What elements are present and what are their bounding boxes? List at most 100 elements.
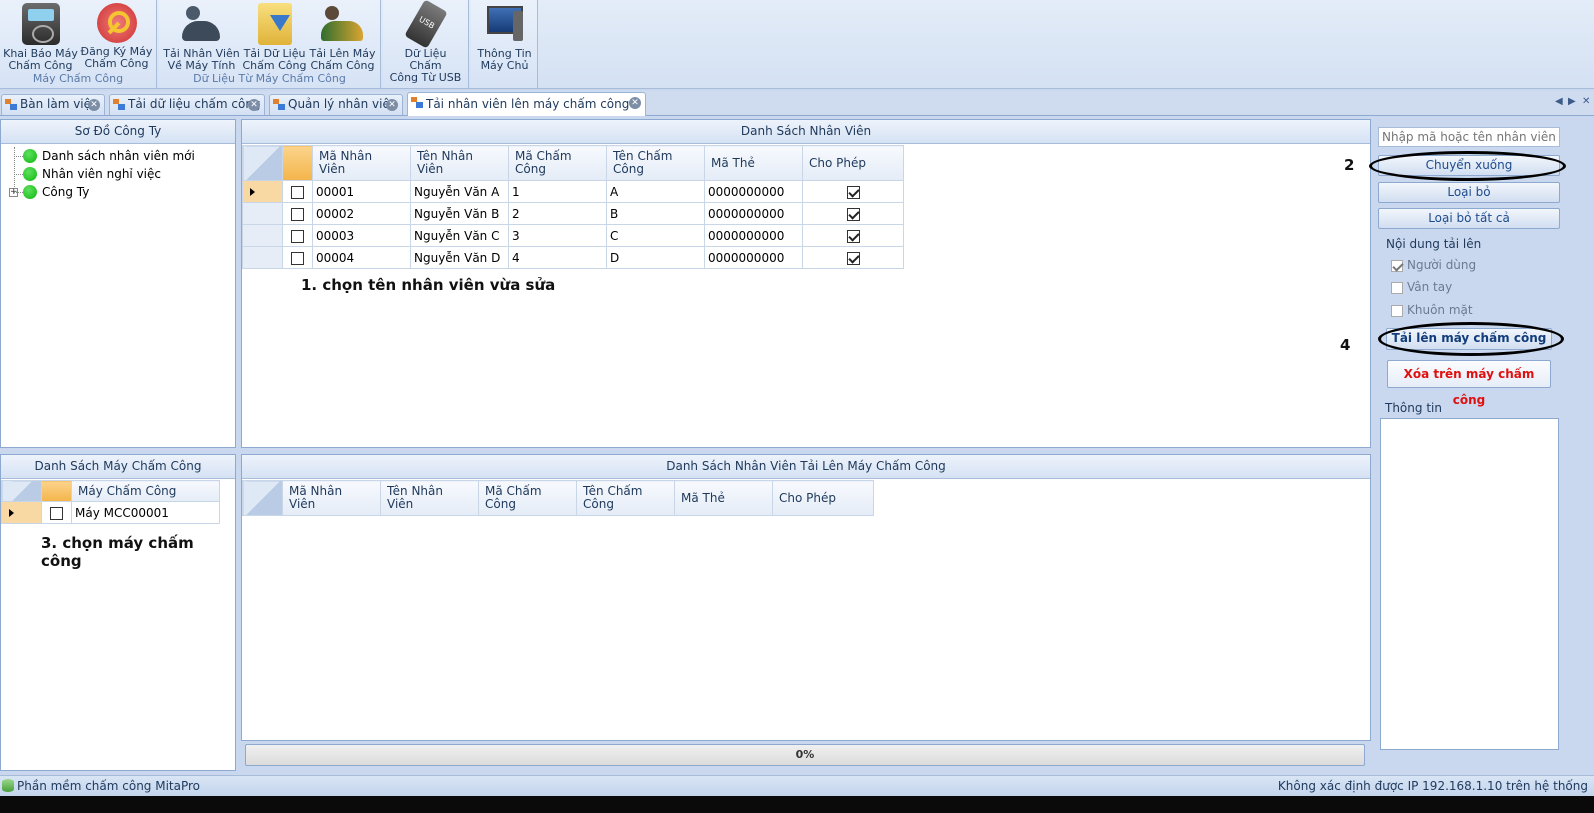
tab-ban-lam-viec[interactable]: Bàn làm việc ✕ (1, 94, 105, 115)
remove-button[interactable]: Loại bỏ (1378, 182, 1560, 203)
column-header[interactable]: Cho Phép (802, 145, 904, 181)
row-checkbox-cell[interactable] (41, 501, 72, 524)
close-icon[interactable]: ✕ (248, 99, 260, 111)
khai-bao-may-cham-cong-button[interactable]: Khai Báo Máy Chấm Công (2, 1, 79, 72)
employee-id-cell[interactable]: 00003 (312, 224, 411, 247)
tab-scroll-left-icon[interactable]: ◀ (1555, 96, 1563, 107)
tai-len-may-cham-cong-button[interactable]: Tải Lên Máy Chấm Công (304, 1, 381, 72)
column-header[interactable]: Tên Nhân Viên (380, 480, 479, 516)
tai-nhan-vien-ve-may-tinh-button[interactable]: Tải Nhân Viên Về Máy Tính (163, 1, 240, 72)
attendance-code-cell[interactable]: 1 (508, 180, 607, 203)
column-header[interactable]: Mã Thẻ (674, 480, 773, 516)
column-header[interactable]: Tên Chấm Công (576, 480, 675, 516)
attendance-name-cell[interactable]: D (606, 246, 705, 269)
employee-id-cell[interactable]: 00002 (312, 202, 411, 225)
employee-id-cell[interactable]: 00001 (312, 180, 411, 203)
option-checkbox[interactable] (1391, 259, 1403, 272)
table-row[interactable]: Máy MCC00001 (1, 501, 220, 524)
column-header[interactable]: Mã Chấm Công (478, 480, 577, 516)
upload-to-machine-button[interactable]: Tải lên máy chấm công (1386, 328, 1552, 350)
option-nguoi-dung[interactable]: Người dùng (1391, 258, 1476, 272)
employee-name-cell[interactable]: Nguyễn Văn C (410, 224, 509, 247)
move-down-button[interactable]: Chuyển xuống (1378, 155, 1560, 176)
table-row[interactable]: 00004 Nguyễn Văn D 4 D 0000000000 (242, 246, 904, 269)
row-checkbox-cell[interactable] (282, 180, 313, 203)
attendance-name-cell[interactable]: A (606, 180, 705, 203)
row-checkbox-cell[interactable] (282, 246, 313, 269)
allowed-checkbox[interactable] (846, 251, 860, 265)
row-checkbox-cell[interactable] (282, 202, 313, 225)
attendance-code-cell[interactable]: 2 (508, 202, 607, 225)
delete-on-machine-button[interactable]: Xóa trên máy chấm công (1387, 360, 1551, 407)
attendance-code-cell[interactable]: 3 (508, 224, 607, 247)
tab-tai-du-lieu-cham-cong[interactable]: Tải dữ liệu chấm công ✕ (109, 94, 265, 115)
thong-tin-may-chu-button[interactable]: Thông Tin Máy Chủ (466, 1, 543, 72)
select-all-header[interactable] (41, 480, 72, 502)
card-number-cell[interactable]: 0000000000 (704, 180, 803, 203)
row-indicator[interactable] (242, 202, 283, 225)
grid-corner[interactable] (1, 480, 42, 502)
row-indicator[interactable] (242, 180, 283, 203)
allowed-checkbox[interactable] (846, 207, 860, 221)
column-header[interactable]: Máy Chấm Công (71, 480, 220, 502)
allowed-checkbox-cell[interactable] (802, 180, 904, 203)
select-all-header[interactable] (282, 145, 313, 181)
row-checkbox[interactable] (50, 506, 63, 520)
tree-item-resigned-employees[interactable]: Nhân viên nghỉ việc (1, 165, 235, 183)
close-icon[interactable]: ✕ (629, 97, 641, 109)
column-header[interactable]: Mã Nhân Viên (282, 480, 381, 516)
grid-corner[interactable] (242, 145, 283, 181)
employee-search-input[interactable] (1378, 127, 1560, 147)
tab-quan-ly-nhan-vien[interactable]: Quản lý nhân viên ✕ (269, 94, 403, 115)
table-row[interactable]: 00001 Nguyễn Văn A 1 A 0000000000 (242, 180, 904, 203)
column-header[interactable]: Mã Thẻ (704, 145, 803, 181)
row-indicator[interactable] (242, 224, 283, 247)
tree-item-company[interactable]: + Công Ty (1, 183, 235, 201)
option-khuon-mat[interactable]: Khuôn mặt (1391, 303, 1473, 317)
card-number-cell[interactable]: 0000000000 (704, 246, 803, 269)
tree-item-new-employees[interactable]: Danh sách nhân viên mới (1, 147, 235, 165)
grid-corner[interactable] (242, 480, 283, 516)
option-checkbox[interactable] (1391, 304, 1403, 317)
row-indicator[interactable] (242, 246, 283, 269)
employee-name-cell[interactable]: Nguyễn Văn A (410, 180, 509, 203)
option-checkbox[interactable] (1391, 281, 1403, 294)
tab-scroll-right-icon[interactable]: ▶ (1568, 96, 1576, 107)
row-checkbox-cell[interactable] (282, 224, 313, 247)
allowed-checkbox[interactable] (846, 229, 860, 243)
card-number-cell[interactable]: 0000000000 (704, 224, 803, 247)
row-checkbox[interactable] (291, 207, 304, 221)
close-icon[interactable]: ✕ (386, 99, 398, 111)
table-row[interactable]: 00002 Nguyễn Văn B 2 B 0000000000 (242, 202, 904, 225)
allowed-checkbox-cell[interactable] (802, 224, 904, 247)
column-header[interactable]: Tên Chấm Công (606, 145, 705, 181)
row-indicator[interactable] (1, 501, 42, 524)
employee-id-cell[interactable]: 00004 (312, 246, 411, 269)
row-checkbox[interactable] (291, 251, 304, 265)
allowed-checkbox[interactable] (846, 185, 860, 199)
employee-name-cell[interactable]: Nguyễn Văn B (410, 202, 509, 225)
row-checkbox[interactable] (291, 185, 304, 199)
table-row[interactable]: 00003 Nguyễn Văn C 3 C 0000000000 (242, 224, 904, 247)
tai-du-lieu-cham-cong-button[interactable]: Tải Dữ Liệu Chấm Công (236, 1, 313, 72)
allowed-checkbox-cell[interactable] (802, 202, 904, 225)
remove-all-button[interactable]: Loại bỏ tất cả (1378, 208, 1560, 229)
row-checkbox[interactable] (291, 229, 304, 243)
employee-name-cell[interactable]: Nguyễn Văn D (410, 246, 509, 269)
card-number-cell[interactable]: 0000000000 (704, 202, 803, 225)
dang-ky-may-cham-cong-button[interactable]: Đăng Ký Máy Chấm Công (78, 1, 155, 71)
attendance-name-cell[interactable]: B (606, 202, 705, 225)
close-icon[interactable]: ✕ (88, 99, 100, 111)
column-header[interactable]: Mã Chấm Công (508, 145, 607, 181)
attendance-code-cell[interactable]: 4 (508, 246, 607, 269)
tab-close-icon[interactable]: ✕ (1582, 96, 1590, 107)
tab-tai-nhan-vien-len-may[interactable]: Tải nhân viên lên máy chấm công ✕ (407, 92, 646, 116)
column-header[interactable]: Cho Phép (772, 480, 874, 516)
allowed-checkbox-cell[interactable] (802, 246, 904, 269)
machine-name-cell[interactable]: Máy MCC00001 (71, 501, 220, 524)
info-textbox[interactable] (1380, 418, 1559, 750)
option-van-tay[interactable]: Vân tay (1391, 280, 1452, 294)
du-lieu-cham-cong-tu-usb-button[interactable]: Dữ Liệu Chấm Công Từ USB (387, 0, 464, 84)
attendance-name-cell[interactable]: C (606, 224, 705, 247)
column-header[interactable]: Tên Nhân Viên (410, 145, 509, 181)
